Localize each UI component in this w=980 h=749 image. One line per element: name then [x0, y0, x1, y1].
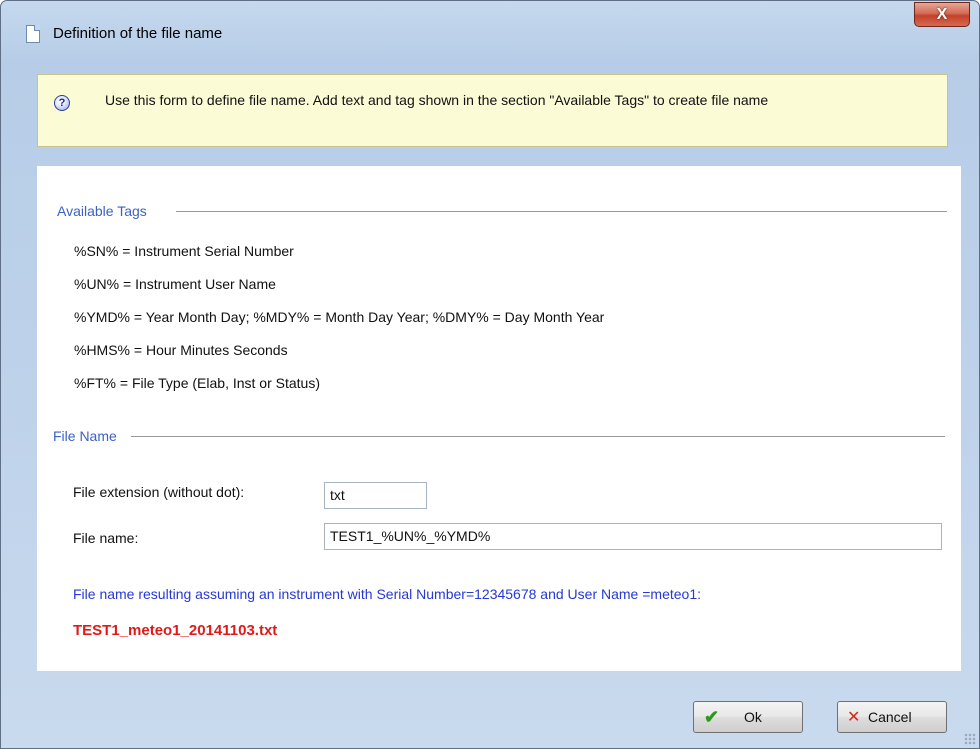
checkmark-icon: ✔	[704, 707, 720, 727]
file-name-header: File Name	[53, 428, 117, 444]
window-title: Definition of the file name	[53, 25, 223, 42]
info-text: Use this form to define file name. Add t…	[105, 92, 769, 108]
title-bar[interactable]: Definition of the file name	[1, 1, 979, 59]
extension-label: File extension (without dot):	[73, 484, 245, 500]
file-name-input[interactable]: TEST1_%UN%_%YMD%	[324, 523, 942, 550]
dialog-window: Definition of the file name X ? Use this…	[0, 0, 980, 749]
document-icon	[26, 25, 40, 43]
info-banner: ? Use this form to define file name. Add…	[37, 74, 948, 147]
ok-button[interactable]: ✔ Ok	[693, 701, 803, 733]
available-tags-header: Available Tags	[57, 203, 147, 219]
tag-item-ft: %FT% = File Type (Elab, Inst or Status)	[74, 375, 320, 391]
tag-item-hms: %HMS% = Hour Minutes Seconds	[74, 342, 288, 358]
resize-grip[interactable]	[964, 733, 976, 745]
ok-button-label: Ok	[744, 709, 762, 725]
result-description: File name resulting assuming an instrume…	[73, 586, 701, 602]
cross-icon: ✕	[847, 709, 861, 726]
available-tags-divider	[176, 211, 947, 212]
close-button[interactable]: X	[914, 2, 970, 27]
main-panel: Available Tags %SN% = Instrument Serial …	[37, 166, 961, 671]
question-icon: ?	[54, 95, 70, 111]
result-file-name: TEST1_meteo1_20141103.txt	[73, 622, 278, 639]
file-name-divider	[131, 436, 945, 437]
cancel-button[interactable]: ✕ Cancel	[837, 701, 947, 733]
tag-item-date: %YMD% = Year Month Day; %MDY% = Month Da…	[74, 309, 605, 325]
file-name-label: File name:	[73, 530, 139, 546]
tag-item-sn: %SN% = Instrument Serial Number	[74, 243, 294, 259]
tag-item-un: %UN% = Instrument User Name	[74, 276, 276, 292]
extension-input[interactable]: txt	[324, 482, 427, 509]
cancel-button-label: Cancel	[868, 709, 912, 725]
